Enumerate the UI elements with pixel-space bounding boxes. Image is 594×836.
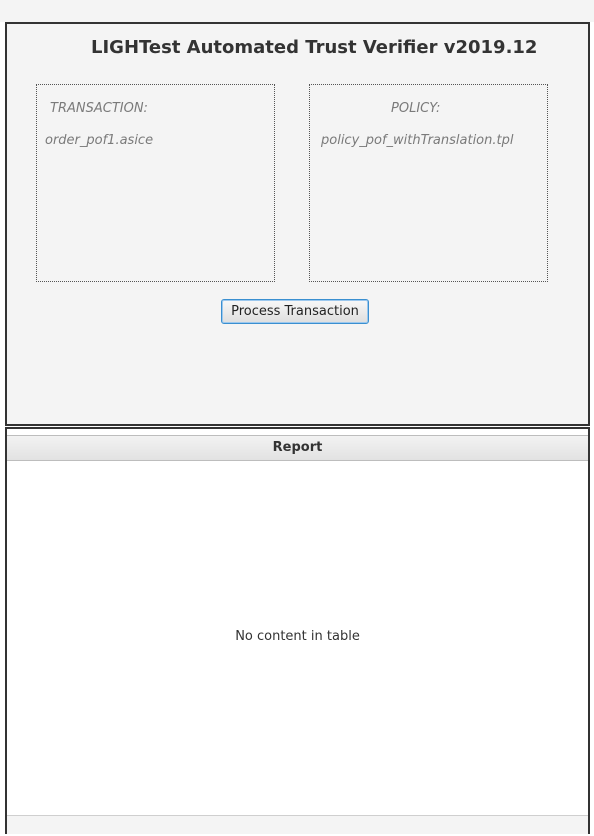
app-window: LIGHTest Automated Trust Verifier v2019.…	[0, 22, 594, 836]
policy-file-name: policy_pof_withTranslation.tpl	[321, 133, 514, 148]
transaction-label: TRANSACTION:	[50, 101, 148, 116]
report-table: Report No content in table	[5, 427, 590, 834]
input-pane: LIGHTest Automated Trust Verifier v2019.…	[5, 22, 590, 426]
empty-table-placeholder: No content in table	[235, 629, 360, 644]
window-top-strip	[0, 0, 594, 22]
process-transaction-button[interactable]: Process Transaction	[221, 299, 369, 324]
app-title: LIGHTest Automated Trust Verifier v2019.…	[91, 37, 538, 58]
table-bottom-bar	[7, 815, 588, 834]
policy-label: POLICY:	[391, 101, 441, 116]
transaction-file-name: order_pof1.asice	[45, 133, 154, 148]
report-column-header[interactable]: Report	[7, 435, 588, 461]
